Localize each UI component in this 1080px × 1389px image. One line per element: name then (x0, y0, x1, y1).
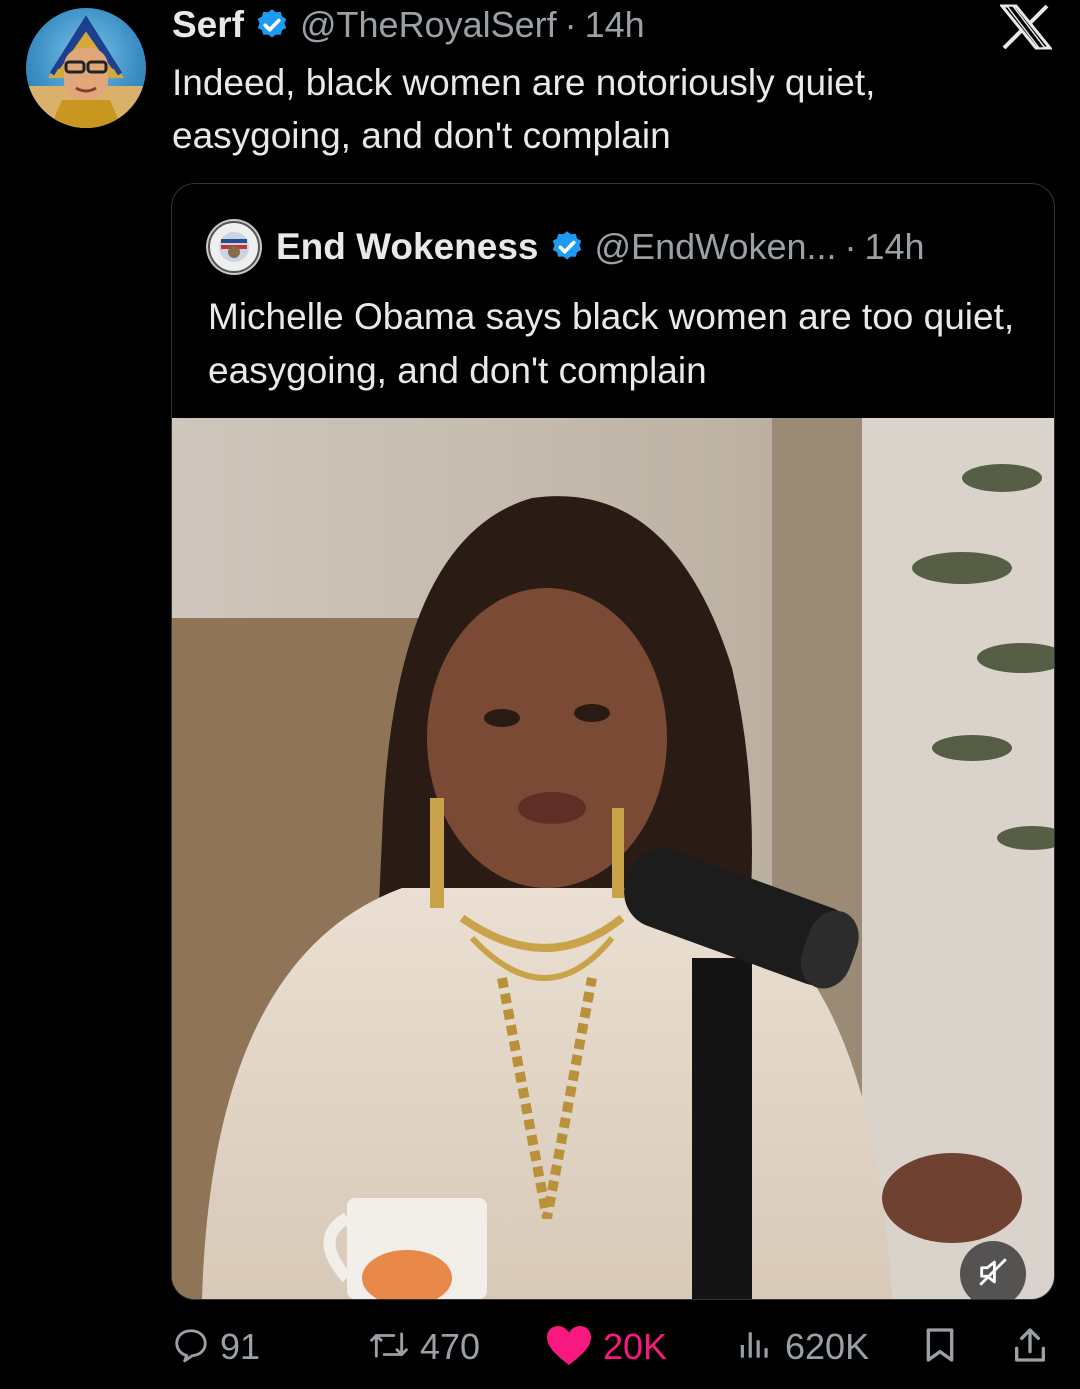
author-name[interactable]: Serf (172, 4, 244, 46)
post-text: Indeed, black women are notoriously quie… (172, 62, 876, 156)
post-header: Serf @TheRoyalSerf · 14h (172, 2, 645, 48)
quoted-header-separator: · (844, 226, 857, 267)
reply-button[interactable]: 91 (172, 1312, 260, 1382)
verified-badge-icon (549, 229, 585, 265)
avatar-image (26, 15, 146, 128)
mute-button[interactable] (960, 1241, 1026, 1299)
like-icon (545, 1323, 593, 1372)
author-handle[interactable]: @TheRoyalSerf (300, 4, 557, 46)
views-button[interactable]: 620K (735, 1312, 869, 1382)
quoted-post-text: Michelle Obama says black women are too … (208, 296, 1015, 391)
bookmark-icon (920, 1325, 960, 1370)
share-button[interactable] (1010, 1312, 1050, 1382)
repost-button[interactable]: 470 (368, 1312, 480, 1382)
quoted-author-name[interactable]: End Wokeness (276, 226, 539, 268)
like-count: 20K (603, 1326, 668, 1367)
post-time[interactable]: 14h (585, 4, 645, 46)
repost-count: 470 (420, 1326, 481, 1367)
reply-icon (172, 1326, 210, 1369)
mute-icon (976, 1255, 1010, 1294)
views-icon (735, 1326, 775, 1369)
action-bar: 91 470 20K 620K (0, 1312, 1080, 1382)
quoted-author-avatar[interactable] (206, 219, 262, 275)
quoted-post-header: End Wokeness @EndWoken... · 14h (206, 219, 925, 275)
verified-badge-icon (254, 7, 290, 43)
header-separator: · (564, 4, 577, 45)
bookmark-button[interactable] (920, 1312, 960, 1382)
like-button[interactable]: 20K (545, 1312, 667, 1382)
quoted-post-time[interactable]: 14h (865, 226, 925, 268)
x-logo-icon (998, 4, 1054, 50)
video-frame (172, 418, 1054, 1299)
repost-icon (368, 1326, 410, 1369)
quoted-post-card[interactable]: End Wokeness @EndWoken... · 14h Michelle… (171, 183, 1055, 1300)
video-player[interactable] (172, 418, 1054, 1299)
quoted-author-handle[interactable]: @EndWoken... (595, 226, 837, 268)
author-avatar[interactable] (26, 8, 146, 128)
reply-count: 91 (220, 1326, 261, 1367)
share-icon (1010, 1325, 1050, 1370)
view-count: 620K (785, 1326, 870, 1367)
